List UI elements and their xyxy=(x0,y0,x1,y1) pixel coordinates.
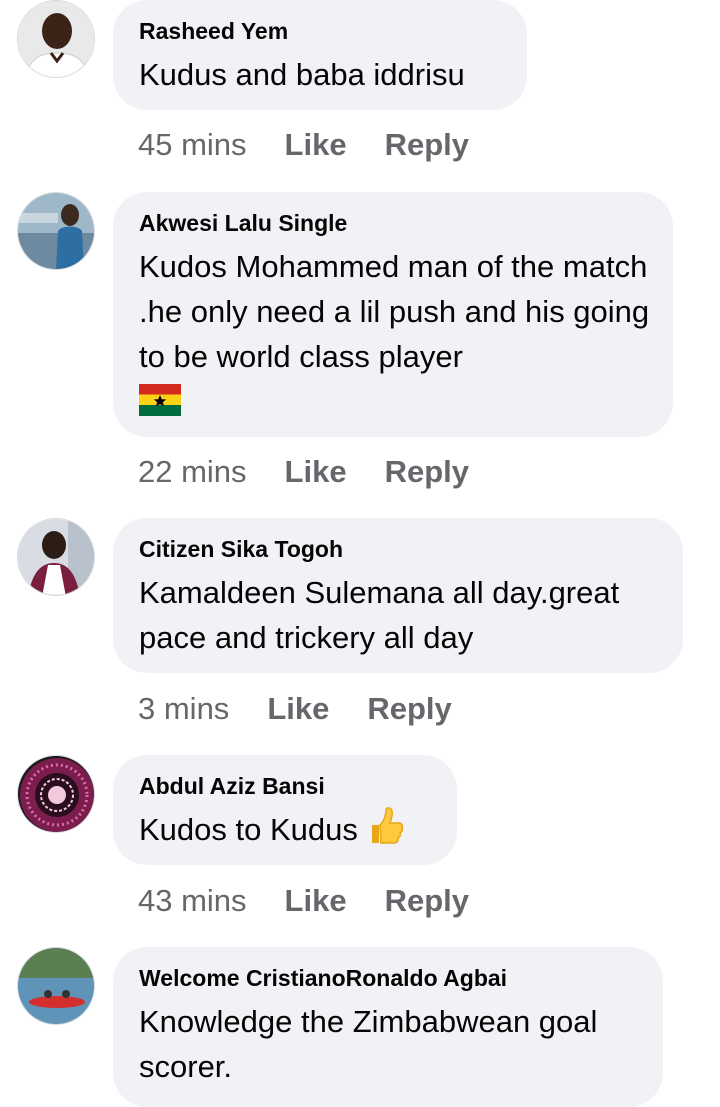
comment-text-content: Kudos to Kudus xyxy=(139,812,358,848)
reply-button[interactable]: Reply xyxy=(385,454,469,490)
comment-bubble: Welcome CristianoRonaldo Agbai Knowledge… xyxy=(113,947,663,1107)
avatar[interactable] xyxy=(17,755,95,833)
like-button[interactable]: Like xyxy=(285,127,347,163)
comment-author[interactable]: Akwesi Lalu Single xyxy=(139,210,647,236)
comment-timestamp[interactable]: 22 mins xyxy=(138,454,247,490)
comment-author[interactable]: Citizen Sika Togoh xyxy=(139,536,657,562)
comment-bubble: Abdul Aziz Bansi Kudos to Kudus xyxy=(113,755,457,865)
ghana-flag-icon xyxy=(139,383,181,428)
like-button[interactable]: Like xyxy=(285,454,347,490)
comment-actions: 43 mins Like Reply xyxy=(138,883,469,919)
avatar[interactable] xyxy=(17,518,95,596)
avatar[interactable] xyxy=(17,192,95,270)
comment-timestamp[interactable]: 43 mins xyxy=(138,883,247,919)
avatar[interactable] xyxy=(17,0,95,78)
comment-actions: 45 mins Like Reply xyxy=(138,127,469,163)
comment-bubble: Akwesi Lalu Single Kudos Mohammed man of… xyxy=(113,192,673,437)
comment-text: Kudos Mohammed man of the match .he only… xyxy=(139,244,659,428)
comment-text-content: Kudos Mohammed man of the match .he only… xyxy=(139,249,650,374)
thumbs-up-icon xyxy=(368,807,404,857)
comment-text: Kudus and baba iddrisu xyxy=(139,57,465,92)
comment-text: Kamaldeen Sulemana all day.great pace an… xyxy=(139,575,620,655)
comment-bubble: Rasheed Yem Kudus and baba iddrisu xyxy=(113,0,527,110)
like-button[interactable]: Like xyxy=(285,883,347,919)
reply-button[interactable]: Reply xyxy=(385,127,469,163)
comment-actions: 22 mins Like Reply xyxy=(138,454,469,490)
comment-bubble: Citizen Sika Togoh Kamaldeen Sulemana al… xyxy=(113,518,683,673)
comment-text: Knowledge the Zimbabwean goal scorer. xyxy=(139,1004,598,1084)
avatar[interactable] xyxy=(17,947,95,1025)
comment-actions: 3 mins Like Reply xyxy=(138,691,452,727)
comment-timestamp[interactable]: 3 mins xyxy=(138,691,229,727)
comment-timestamp[interactable]: 45 mins xyxy=(138,127,247,163)
like-button[interactable]: Like xyxy=(267,691,329,727)
reply-button[interactable]: Reply xyxy=(385,883,469,919)
reply-button[interactable]: Reply xyxy=(367,691,451,727)
comment-text: Kudos to Kudus xyxy=(139,807,431,857)
comment-author[interactable]: Rasheed Yem xyxy=(139,18,501,44)
comment-author[interactable]: Abdul Aziz Bansi xyxy=(139,773,431,799)
comment-author[interactable]: Welcome CristianoRonaldo Agbai xyxy=(139,965,637,991)
